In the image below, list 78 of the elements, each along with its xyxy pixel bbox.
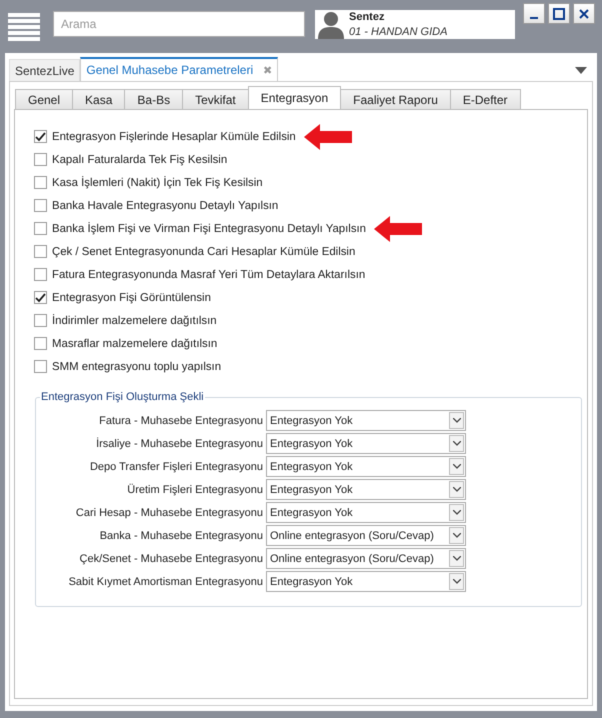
field-label: Üretim Fişleri Entegrasyonu xyxy=(126,484,264,496)
company-name: 01 - HANDAN GIDA xyxy=(349,26,448,38)
maximize-icon xyxy=(553,8,565,20)
group-title: Entegrasyon Fişi Oluşturma Şekli xyxy=(40,391,205,403)
dropdown-arrow-button[interactable] xyxy=(449,504,464,521)
tab[interactable]: Kasa xyxy=(72,89,126,109)
tab-label: Genel Muhasebe Parametreleri xyxy=(86,63,254,77)
checkbox[interactable] xyxy=(34,337,47,350)
checkbox[interactable] xyxy=(34,314,47,327)
option-label: Banka İşlem Fişi ve Virman Fişi Entegrasyonu Detaylı Yapılsın xyxy=(52,222,366,234)
dropdown-arrow-button[interactable] xyxy=(449,458,464,475)
chevron-down-icon xyxy=(452,464,460,469)
option-label: Entegrasyon Fişi Görüntülensin xyxy=(52,292,211,304)
dropdown-arrow-button[interactable] xyxy=(449,435,464,452)
tab[interactable]: Tevkifat xyxy=(182,89,249,109)
chevron-down-icon xyxy=(452,533,460,538)
dropdown-field[interactable]: Entegrasyon Yok xyxy=(266,479,466,500)
option-label: İndirimler malzemelere dağıtılsın xyxy=(52,314,217,326)
option-label: Banka Havale Entegrasyonu Detaylı Yapılsın xyxy=(52,200,278,212)
tab[interactable]: Ba-Bs xyxy=(124,89,184,109)
tab[interactable]: Faaliyet Raporu xyxy=(340,89,451,109)
menu-icon[interactable] xyxy=(8,13,40,41)
dropdown-arrow-button[interactable] xyxy=(449,481,464,498)
option-label: Fatura Entegrasyonunda Masraf Yeri Tüm Detaylara Aktarılsın xyxy=(52,268,366,280)
checkbox[interactable] xyxy=(34,222,47,235)
field-label: Banka - Muhasebe Entegrasyonu xyxy=(98,530,264,542)
chevron-down-icon xyxy=(452,487,460,492)
dropdown-field[interactable]: Online entegrasyon (Soru/Cevap) xyxy=(266,525,466,546)
dropdown-arrow-button[interactable] xyxy=(449,527,464,544)
checkbox[interactable] xyxy=(34,268,47,281)
user-card[interactable]: Sentez 01 - HANDAN GIDA xyxy=(315,10,515,39)
minimize-icon xyxy=(530,16,538,18)
checkbox[interactable] xyxy=(34,245,47,258)
minimize-button[interactable] xyxy=(523,3,545,24)
option-label: Masraflar malzemelere dağıtılsın xyxy=(52,338,218,350)
chevron-down-icon xyxy=(452,510,460,515)
chevron-down-icon xyxy=(452,441,460,446)
dropdown-field[interactable]: Entegrasyon Yok xyxy=(266,433,466,454)
dropdown-field[interactable]: Online entegrasyon (Soru/Cevap) xyxy=(266,548,466,569)
checkbox[interactable] xyxy=(34,176,47,189)
dropdown-icon[interactable] xyxy=(575,67,587,74)
field-label: Depo Transfer Fişleri Entegrasyonu xyxy=(88,460,264,472)
chevron-down-icon xyxy=(452,418,460,423)
field-label: Cari Hesap - Muhasebe Entegrasyonu xyxy=(74,506,264,518)
tab[interactable]: E-Defter xyxy=(450,89,521,109)
option-label: Kasa İşlemleri (Nakit) İçin Tek Fiş Kesilsin xyxy=(52,176,263,188)
option-label: Kapalı Faturalarda Tek Fiş Kesilsin xyxy=(52,154,228,166)
dropdown-field[interactable]: Entegrasyon Yok xyxy=(266,456,466,477)
field-label: İrsaliye - Muhasebe Entegrasyonu xyxy=(95,438,264,450)
checkbox[interactable] xyxy=(34,130,47,143)
document-tab[interactable]: SentezLive xyxy=(9,59,80,81)
maximize-button[interactable] xyxy=(548,3,570,24)
checkbox[interactable] xyxy=(34,199,47,212)
user-icon xyxy=(318,11,344,39)
tab-label: SentezLive xyxy=(15,64,74,78)
chevron-down-icon xyxy=(452,579,460,584)
dropdown-arrow-button[interactable] xyxy=(449,412,464,429)
checkbox[interactable] xyxy=(34,153,47,166)
option-label: SMM entegrasyonu toplu yapılsın xyxy=(52,360,222,372)
close-icon xyxy=(579,8,589,18)
field-label: Fatura - Muhasebe Entegrasyonu xyxy=(98,414,264,426)
document-tab[interactable]: Genel Muhasebe Parametreleri ✖ xyxy=(80,57,278,81)
dropdown-field[interactable]: Entegrasyon Yok xyxy=(266,410,466,431)
search-field[interactable]: Arama xyxy=(53,11,305,37)
chevron-down-icon xyxy=(452,556,460,561)
tab[interactable]: Genel xyxy=(15,89,74,109)
field-label: Çek/Senet - Muhasebe Entegrasyonu xyxy=(78,552,264,564)
user-name: Sentez xyxy=(349,11,386,23)
dropdown-arrow-button[interactable] xyxy=(449,550,464,567)
dropdown-arrow-button[interactable] xyxy=(449,573,464,590)
checkbox[interactable] xyxy=(34,360,47,373)
field-label: Sabit Kıymet Amortisman Entegrasyonu xyxy=(68,576,264,588)
dropdown-field[interactable]: Entegrasyon Yok xyxy=(266,502,466,523)
checkbox[interactable] xyxy=(34,291,47,304)
option-label: Entegrasyon Fişlerinde Hesaplar Kümüle Edilsin xyxy=(52,130,296,142)
option-label: Çek / Senet Entegrasyonunda Cari Hesaplar Kümüle Edilsin xyxy=(52,246,356,258)
dropdown-field[interactable]: Entegrasyon Yok xyxy=(266,571,466,592)
close-button[interactable] xyxy=(573,3,595,24)
